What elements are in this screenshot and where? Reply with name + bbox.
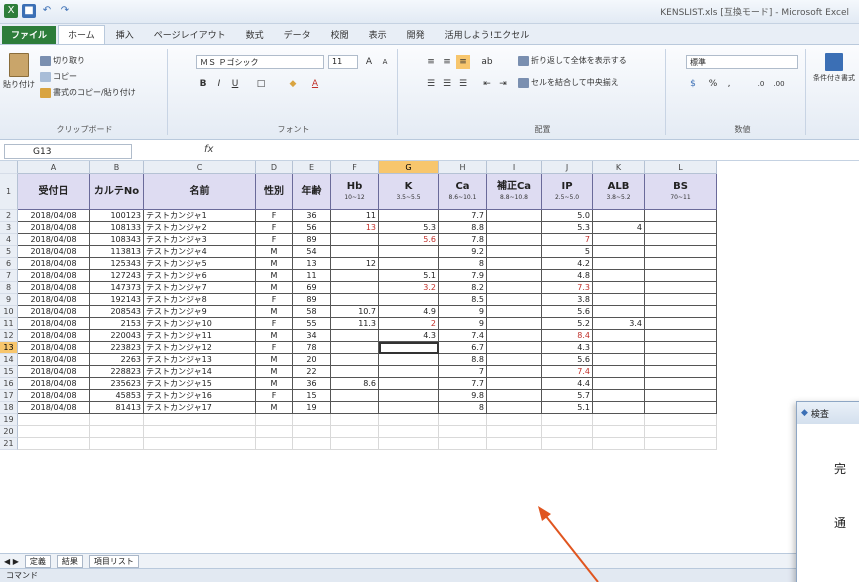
excel-window: X ■ ↶ ↷ KENSLIST.xls [互換モード] - Microsoft… (0, 0, 859, 582)
annotation-arrow (538, 506, 599, 582)
arrow-line (544, 514, 599, 582)
